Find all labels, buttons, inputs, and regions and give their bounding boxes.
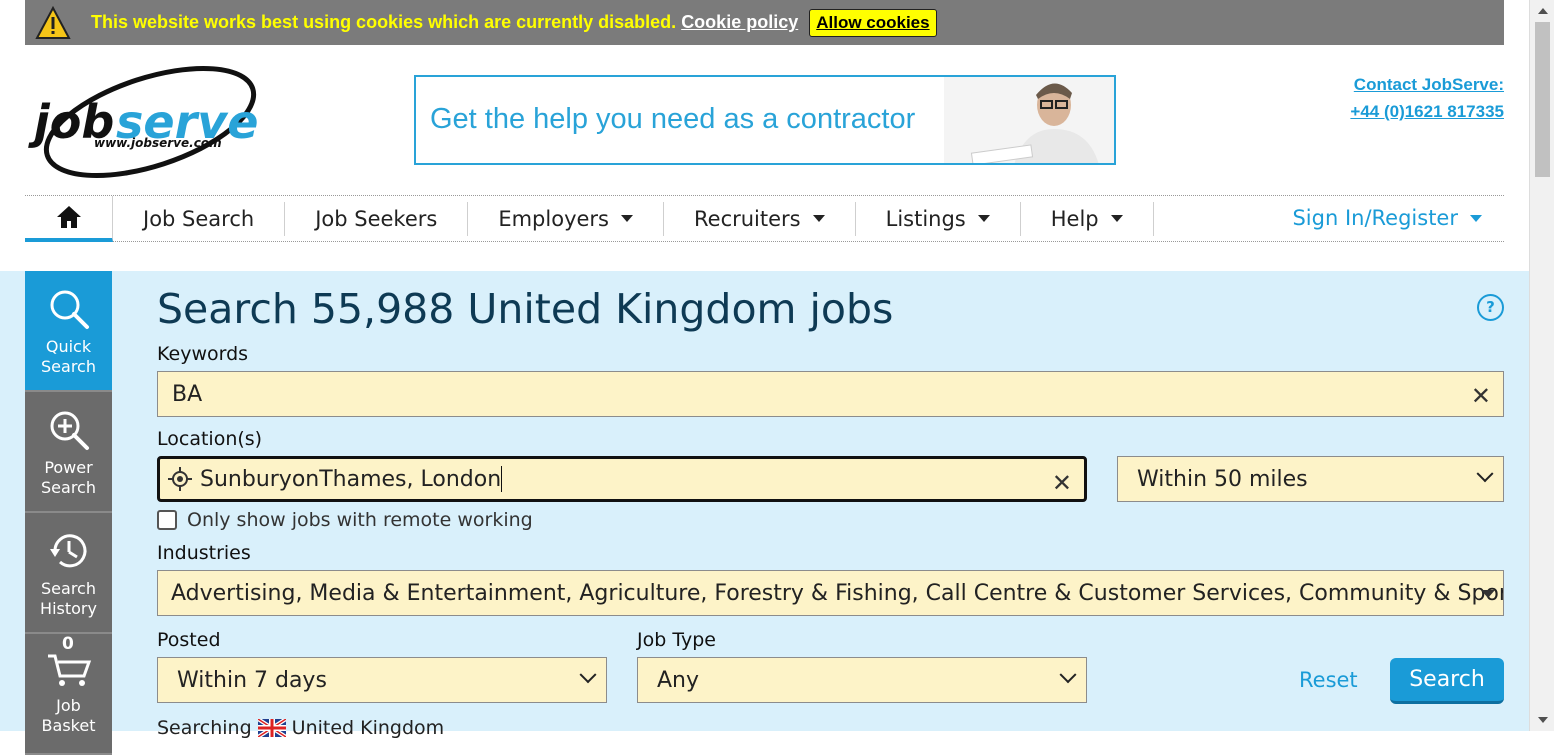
sidebar-label: Power (44, 458, 93, 477)
page-title: Search 55,988 United Kingdom jobs (157, 285, 894, 333)
location-label: Location(s) (157, 428, 263, 450)
sidebar-label: Search (41, 579, 96, 598)
caret-down-icon (1110, 215, 1123, 222)
main-nav: Job Search Job Seekers Employers Recruit… (25, 195, 1504, 242)
locate-icon[interactable] (168, 467, 192, 491)
sidebar-item-quick-search[interactable]: Quick Search (25, 271, 112, 392)
jobtype-select[interactable]: Any (637, 657, 1087, 703)
keywords-value: BA (172, 381, 203, 407)
basket-count: 0 (62, 634, 74, 654)
caret-down-icon (812, 215, 825, 222)
contact-block: Contact JobServe: +44 (0)1621 817335 (1350, 71, 1504, 125)
nav-job-seekers[interactable]: Job Seekers (285, 201, 469, 236)
chevron-down-icon (579, 666, 597, 684)
svg-text:www.jobserve.com: www.jobserve.com (94, 136, 222, 150)
searching-country: Searching United Kingdom (157, 717, 444, 739)
history-icon (49, 534, 86, 568)
nav-home[interactable] (25, 195, 113, 242)
reset-link[interactable]: Reset (1299, 668, 1358, 692)
nav-label: Employers (498, 206, 609, 231)
sidebar-label: Quick (45, 337, 92, 356)
nav-job-search[interactable]: Job Search (113, 201, 286, 236)
remote-working-checkbox[interactable] (157, 510, 177, 530)
sidebar-label: Job (56, 696, 81, 715)
sidebar-item-power-search[interactable]: Power Search (25, 392, 112, 513)
nav-label: Job Seekers (315, 206, 438, 231)
industries-label: Industries (157, 542, 251, 564)
uk-flag-icon (257, 719, 286, 737)
radius-value: Within 50 miles (1137, 466, 1308, 492)
caret-down-icon (621, 215, 633, 222)
signin-register-menu[interactable]: Sign In/Register (1292, 206, 1482, 230)
signin-label: Sign In/Register (1292, 206, 1458, 230)
remote-working-option: Only show jobs with remote working (157, 509, 533, 531)
zoom-plus-icon (50, 411, 89, 450)
dropdown-arrow-icon (1481, 590, 1495, 598)
man-reading-image (944, 77, 1114, 163)
cookie-message: This website works best using cookies wh… (91, 12, 677, 32)
industries-select[interactable]: Advertising, Media & Entertainment, Agri… (157, 570, 1504, 616)
warning-icon (35, 5, 71, 39)
radius-select[interactable]: Within 50 miles (1117, 456, 1504, 502)
cookie-bar: This website works best using cookies wh… (25, 0, 1504, 45)
banner-text: Get the help you need as a contractor (430, 103, 916, 135)
scrollbar-thumb[interactable] (1535, 22, 1550, 177)
nav-recruiters[interactable]: Recruiters (664, 201, 856, 236)
jobtype-value: Any (657, 667, 700, 693)
contractor-banner-ad[interactable]: Get the help you need as a contractor (414, 75, 1116, 165)
remote-working-label[interactable]: Only show jobs with remote working (187, 509, 533, 531)
sidebar-label: Search (41, 357, 96, 376)
posted-label: Posted (157, 629, 221, 651)
nav-help[interactable]: Help (1021, 201, 1154, 236)
keywords-label: Keywords (157, 343, 249, 365)
search-sidebar: Quick Search Power Search Search History (25, 271, 112, 755)
location-input[interactable]: SunburyonThames, London ✕ (157, 456, 1087, 502)
chevron-down-icon (1476, 465, 1494, 483)
home-icon (56, 205, 81, 228)
allow-cookies-button[interactable]: Allow cookies (809, 8, 937, 37)
jobtype-label: Job Type (637, 629, 716, 651)
magnifier-icon (50, 290, 89, 329)
chevron-down-icon (1059, 666, 1077, 684)
searching-country-name: United Kingdom (291, 717, 445, 739)
nav-label: Help (1050, 206, 1099, 231)
nav-employers[interactable]: Employers (468, 201, 664, 236)
search-button[interactable]: Search (1390, 658, 1504, 704)
sidebar-item-search-history[interactable]: Search History (25, 513, 112, 634)
nav-label: Recruiters (694, 206, 801, 231)
keywords-input[interactable]: BA ✕ (157, 371, 1504, 417)
location-value: SunburyonThames, London (200, 466, 502, 492)
nav-label: Listings (885, 206, 966, 231)
sidebar-label: Basket (41, 716, 96, 735)
searching-prefix: Searching (157, 717, 252, 739)
jobserve-logo[interactable]: job serve www.jobserve.com (28, 60, 268, 182)
scroll-up-arrow-icon[interactable] (1538, 8, 1548, 14)
cookie-policy-link[interactable]: Cookie policy (681, 12, 798, 33)
industries-value: Advertising, Media & Entertainment, Agri… (171, 580, 1504, 606)
posted-select[interactable]: Within 7 days (157, 657, 607, 703)
scroll-down-arrow-icon[interactable] (1538, 717, 1548, 723)
nav-label: Job Search (143, 206, 255, 231)
sidebar-label: Search (41, 478, 96, 497)
contact-phone-link[interactable]: +44 (0)1621 817335 (1350, 98, 1504, 125)
caret-down-icon (977, 215, 990, 222)
help-icon[interactable]: ? (1477, 294, 1504, 321)
text-cursor (501, 466, 503, 492)
basket-icon (47, 654, 91, 686)
search-button-label: Search (1409, 667, 1485, 692)
page-scrollbar[interactable] (1529, 0, 1554, 731)
clear-location-icon[interactable]: ✕ (1052, 469, 1072, 497)
clear-keywords-icon[interactable]: ✕ (1471, 382, 1491, 410)
sidebar-label: History (40, 599, 97, 618)
posted-value: Within 7 days (177, 667, 327, 693)
caret-down-icon (1470, 214, 1482, 222)
nav-listings[interactable]: Listings (856, 201, 1021, 236)
contact-label-link[interactable]: Contact JobServe: (1350, 71, 1504, 98)
sidebar-item-job-basket[interactable]: 0 Job Basket (25, 634, 112, 755)
search-panel: Quick Search Power Search Search History (0, 271, 1529, 755)
